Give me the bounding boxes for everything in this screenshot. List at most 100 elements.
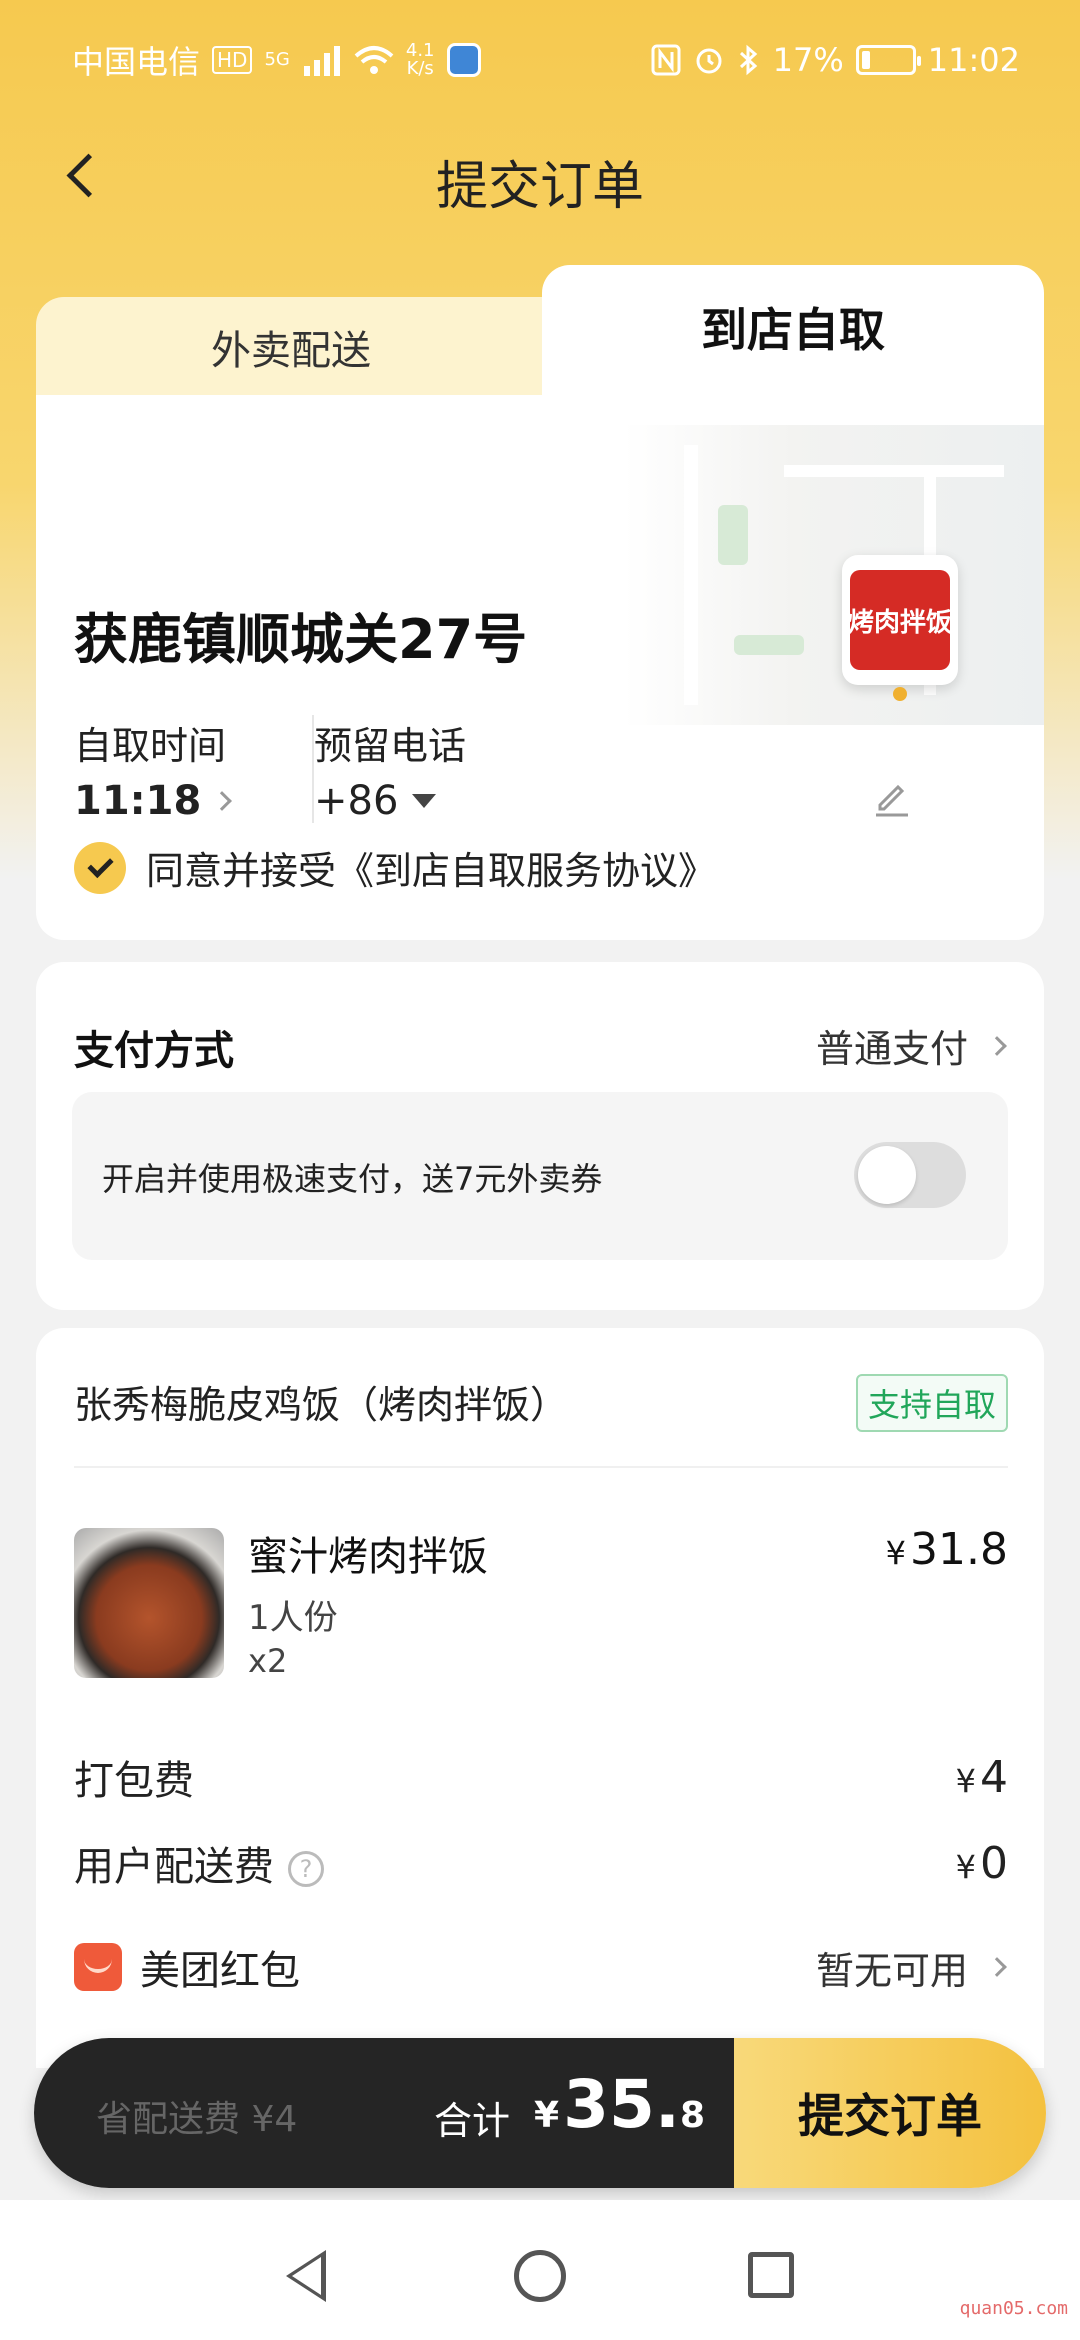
item-name: 蜜汁烤肉拌饭 bbox=[248, 1534, 488, 1580]
network-type: 5G bbox=[264, 49, 290, 70]
reserved-phone[interactable]: 预留电话 +86 bbox=[314, 715, 466, 824]
app-notification-icon bbox=[446, 43, 481, 77]
pin-dot bbox=[893, 687, 907, 701]
currency-symbol: ¥ bbox=[955, 1847, 976, 1886]
payment-title: 支付方式 bbox=[74, 1028, 234, 1074]
order-card: 张秀梅脆皮鸡饭（烤肉拌饭） 支持自取 蜜汁烤肉拌饭 1人份 x2 ¥31.8 打… bbox=[36, 1328, 1044, 2068]
currency-symbol: ¥ bbox=[955, 1761, 976, 1800]
delivery-fee-row: 用户配送费? ¥0 bbox=[74, 1834, 1008, 1892]
pickup-time-label: 自取时间 bbox=[74, 724, 227, 768]
red-packet-label: 美团红包 bbox=[140, 1948, 300, 1994]
nav-back-icon[interactable] bbox=[286, 2250, 326, 2302]
battery-icon bbox=[855, 45, 921, 75]
pickup-supported-badge: 支持自取 bbox=[855, 1374, 1008, 1432]
alarm-icon bbox=[696, 48, 722, 74]
currency-symbol: ¥ bbox=[885, 1534, 907, 1572]
divider bbox=[74, 1466, 1008, 1468]
packing-fee-amount: ¥4 bbox=[956, 1752, 1008, 1803]
item-quantity: x2 bbox=[248, 1642, 288, 1680]
store-map[interactable]: 烤肉拌饭 bbox=[624, 425, 1044, 725]
nav-home-icon[interactable] bbox=[514, 2250, 566, 2302]
store-address: 获鹿镇顺城关27号 bbox=[74, 608, 528, 671]
payment-card: 支付方式 普通支付 开启并使用极速支付，送7元外卖券 bbox=[36, 962, 1044, 1310]
shop-name: 张秀梅脆皮鸡饭（烤肉拌饭） bbox=[74, 1383, 569, 1427]
fast-pay-text: 开启并使用极速支付，送7元外卖券 bbox=[102, 1160, 603, 1198]
bluetooth-icon bbox=[739, 44, 757, 76]
red-packet-icon bbox=[74, 1943, 122, 1991]
status-bar: 中国电信 HD 5G 4.1 K/s 17% 11:02 bbox=[0, 0, 1080, 120]
delivery-fee-label-group: 用户配送费? bbox=[74, 1834, 324, 1892]
carrier-name: 中国电信 bbox=[72, 43, 201, 81]
delivery-fee-value: 0 bbox=[980, 1837, 1008, 1889]
pickup-time-value: 11:18 bbox=[74, 778, 202, 824]
tab-delivery[interactable]: 外卖配送 bbox=[36, 297, 546, 397]
pickup-time-value-row: 11:18 bbox=[74, 778, 233, 824]
item-price-value: 31.8 bbox=[910, 1524, 1008, 1575]
delivery-fee-amount: ¥0 bbox=[956, 1838, 1008, 1889]
watermark: quan05.com bbox=[959, 2298, 1068, 2319]
hd-badge: HD bbox=[212, 46, 253, 74]
packing-fee-label: 打包费 bbox=[74, 1758, 194, 1804]
tab-pickup[interactable]: 到店自取 bbox=[542, 265, 1044, 397]
delivery-saving-text: 省配送费 ¥4 bbox=[96, 2099, 298, 2140]
currency-symbol: ¥ bbox=[534, 2095, 560, 2136]
nav-recents-icon[interactable] bbox=[748, 2252, 794, 2298]
red-packet-status: 暂无可用 bbox=[815, 1948, 968, 1993]
map-park bbox=[734, 635, 804, 655]
header: 提交订单 bbox=[0, 130, 1080, 220]
nfc-icon bbox=[651, 44, 681, 76]
chevron-right-icon bbox=[212, 791, 233, 811]
chevron-right-icon bbox=[987, 1035, 1007, 1056]
payment-method-selector[interactable]: 普通支付 bbox=[815, 1018, 1007, 1073]
toggle-knob bbox=[858, 1146, 916, 1204]
signal-icon bbox=[303, 46, 340, 76]
total-integer: 35. bbox=[563, 2066, 680, 2143]
delivery-fee-label: 用户配送费 bbox=[74, 1844, 274, 1890]
status-right: 17% 11:02 bbox=[651, 41, 1020, 79]
pickup-info-row: 自取时间 11:18 预留电话 +86 bbox=[74, 715, 1004, 825]
packing-fee-row: 打包费 ¥4 bbox=[74, 1748, 1008, 1806]
checkout-bar: 省配送费 ¥4 合计 ¥ 35. 8 提交订单 bbox=[34, 2038, 1046, 2188]
status-left: 中国电信 HD 5G 4.1 K/s bbox=[72, 37, 481, 83]
system-nav-bar bbox=[0, 2200, 1080, 2340]
pickup-card: 外卖配送 到店自取 烤肉拌饭 获鹿镇顺城关27号 自取时间 11:18 预留电话… bbox=[36, 265, 1044, 940]
total-decimal: 8 bbox=[679, 2095, 706, 2136]
total-amount: ¥ 35. 8 bbox=[534, 2066, 705, 2143]
battery-percent: 17% bbox=[772, 41, 844, 79]
red-packet-label-group: 美团红包 bbox=[74, 1938, 300, 1996]
total-label: 合计 bbox=[434, 2099, 511, 2143]
agreement-text: 同意并接受《到店自取服务协议》 bbox=[146, 849, 717, 893]
pickup-time[interactable]: 自取时间 11:18 bbox=[74, 715, 233, 824]
pickup-details: 烤肉拌饭 获鹿镇顺城关27号 自取时间 11:18 预留电话 +86 同意并接受… bbox=[36, 395, 1044, 940]
network-speed: 4.1 K/s bbox=[405, 40, 435, 79]
store-logo: 烤肉拌饭 bbox=[850, 570, 950, 670]
map-road bbox=[784, 465, 1004, 477]
submit-order-button[interactable]: 提交订单 bbox=[734, 2038, 1046, 2188]
help-icon[interactable]: ? bbox=[288, 1851, 324, 1887]
phone-value-row: +86 bbox=[314, 778, 466, 824]
packing-fee-value: 4 bbox=[980, 1751, 1008, 1803]
payment-method-value: 普通支付 bbox=[815, 1027, 968, 1071]
phone-country-code: +86 bbox=[314, 778, 399, 824]
clock: 11:02 bbox=[927, 41, 1020, 79]
chevron-right-icon bbox=[987, 1957, 1007, 1977]
store-pin[interactable]: 烤肉拌饭 bbox=[842, 555, 958, 701]
red-packet-status-group: 暂无可用 bbox=[815, 1940, 1007, 1995]
map-park bbox=[718, 505, 748, 565]
checkbox-checked-icon[interactable] bbox=[74, 841, 126, 894]
edit-icon[interactable] bbox=[870, 775, 914, 819]
fast-pay-box: 开启并使用极速支付，送7元外卖券 bbox=[72, 1092, 1008, 1260]
tab-label: 外卖配送 bbox=[211, 328, 371, 374]
item-spec: 1人份 bbox=[248, 1598, 338, 1638]
agreement-row[interactable]: 同意并接受《到店自取服务协议》 bbox=[74, 840, 716, 895]
caret-down-icon bbox=[412, 794, 437, 808]
checkout-summary: 省配送费 ¥4 合计 ¥ 35. 8 bbox=[34, 2038, 734, 2188]
item-price: ¥31.8 bbox=[886, 1524, 1008, 1575]
fast-pay-toggle[interactable] bbox=[854, 1142, 966, 1208]
page-title: 提交订单 bbox=[435, 157, 644, 217]
item-image bbox=[74, 1528, 224, 1678]
tab-label: 到店自取 bbox=[701, 303, 885, 357]
wifi-icon bbox=[354, 46, 394, 74]
phone-label: 预留电话 bbox=[314, 724, 467, 768]
red-packet-row[interactable]: 美团红包 暂无可用 bbox=[74, 1938, 1008, 1996]
